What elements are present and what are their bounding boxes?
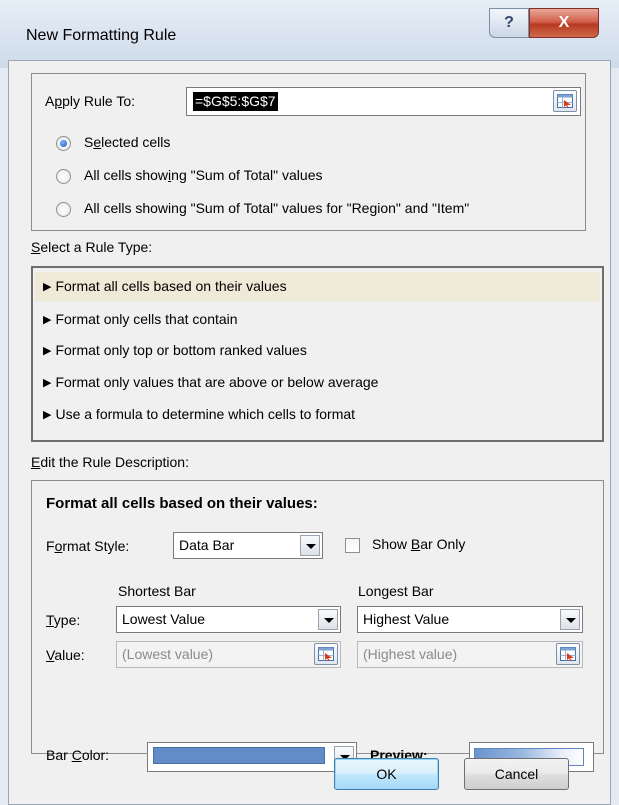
range-picker-button[interactable] bbox=[553, 90, 577, 112]
range-select-icon bbox=[557, 94, 573, 108]
cancel-button[interactable]: Cancel bbox=[464, 758, 569, 790]
range-select-icon bbox=[560, 647, 576, 661]
format-style-value: Data Bar bbox=[179, 537, 235, 553]
radio-selected-cells-label: Selected cells bbox=[84, 134, 171, 150]
triangle-right-icon: ▶ bbox=[43, 377, 52, 389]
bar-color-swatch bbox=[153, 747, 325, 764]
radio-sum-total-region-item[interactable] bbox=[56, 202, 71, 217]
apply-rule-input[interactable]: =$G$5:$G$7 bbox=[186, 87, 581, 116]
shortest-bar-header: Shortest Bar bbox=[118, 583, 196, 599]
longest-bar-header: Longest Bar bbox=[358, 583, 434, 599]
dropdown-arrow-icon[interactable] bbox=[318, 609, 338, 630]
longest-type-combo[interactable]: Highest Value bbox=[357, 606, 583, 633]
shortest-value-field[interactable]: (Lowest value) bbox=[116, 641, 341, 668]
rule-description-group: Format all cells based on their values: … bbox=[31, 480, 604, 772]
dropdown-arrow-icon[interactable] bbox=[560, 609, 580, 630]
longest-value-picker-button[interactable] bbox=[556, 643, 580, 665]
dialog-title: New Formatting Rule bbox=[26, 27, 177, 44]
longest-type-value: Highest Value bbox=[363, 611, 450, 627]
rule-type-heading: Select a Rule Type: bbox=[31, 239, 153, 255]
rule-type-item[interactable]: ▶ Format only cells that contain bbox=[35, 305, 600, 334]
dialog-window: New Formatting Rule ? X Apply Rule To: =… bbox=[0, 0, 619, 805]
format-style-label: Format Style: bbox=[46, 538, 130, 554]
triangle-right-icon: ▶ bbox=[43, 345, 52, 357]
bar-color-label: Bar Color: bbox=[46, 747, 110, 763]
shortest-value-placeholder: (Lowest value) bbox=[122, 646, 214, 662]
dropdown-arrow-icon[interactable] bbox=[300, 535, 320, 556]
rule-type-item[interactable]: ▶ Use a formula to determine which cells … bbox=[35, 400, 600, 429]
close-button[interactable]: X bbox=[529, 8, 599, 38]
apply-rule-group: Apply Rule To: =$G$5:$G$7 Selected cells… bbox=[31, 73, 586, 231]
apply-rule-value: =$G$5:$G$7 bbox=[193, 92, 278, 111]
rule-description-heading: Edit the Rule Description: bbox=[31, 454, 189, 470]
value-label: Value: bbox=[46, 647, 85, 663]
dialog-client-area: Apply Rule To: =$G$5:$G$7 Selected cells… bbox=[8, 60, 611, 805]
show-bar-only-checkbox[interactable] bbox=[345, 538, 360, 553]
ok-button[interactable]: OK bbox=[334, 758, 439, 790]
bar-color-combo[interactable] bbox=[147, 742, 357, 772]
triangle-right-icon: ▶ bbox=[43, 281, 52, 293]
type-label: Type: bbox=[46, 612, 81, 628]
triangle-right-icon: ▶ bbox=[43, 314, 52, 326]
help-button[interactable]: ? bbox=[489, 8, 529, 38]
radio-selected-cells[interactable] bbox=[56, 136, 71, 151]
radio-all-sum-total[interactable] bbox=[56, 169, 71, 184]
description-title: Format all cells based on their values: bbox=[46, 495, 318, 512]
shortest-type-combo[interactable]: Lowest Value bbox=[116, 606, 341, 633]
shortest-value-picker-button[interactable] bbox=[314, 643, 338, 665]
radio-sum-total-region-item-label: All cells showing "Sum of Total" values … bbox=[84, 200, 470, 216]
rule-type-item[interactable]: ▶ Format all cells based on their values bbox=[35, 272, 600, 301]
rule-type-item[interactable]: ▶ Format only top or bottom ranked values bbox=[35, 336, 600, 365]
title-bar[interactable]: New Formatting Rule ? X bbox=[0, 0, 619, 68]
format-style-combo[interactable]: Data Bar bbox=[173, 532, 323, 559]
rule-type-item[interactable]: ▶ Format only values that are above or be… bbox=[35, 368, 600, 397]
range-select-icon bbox=[318, 647, 334, 661]
apply-rule-label: Apply Rule To: bbox=[45, 93, 136, 109]
triangle-right-icon: ▶ bbox=[43, 409, 52, 421]
radio-all-sum-total-label: All cells showing "Sum of Total" values bbox=[84, 167, 323, 183]
longest-value-placeholder: (Highest value) bbox=[363, 646, 458, 662]
longest-value-field[interactable]: (Highest value) bbox=[357, 641, 583, 668]
show-bar-only-label: Show Bar Only bbox=[372, 536, 466, 552]
shortest-type-value: Lowest Value bbox=[122, 611, 206, 627]
rule-type-list: ▶ Format all cells based on their values … bbox=[31, 266, 604, 442]
